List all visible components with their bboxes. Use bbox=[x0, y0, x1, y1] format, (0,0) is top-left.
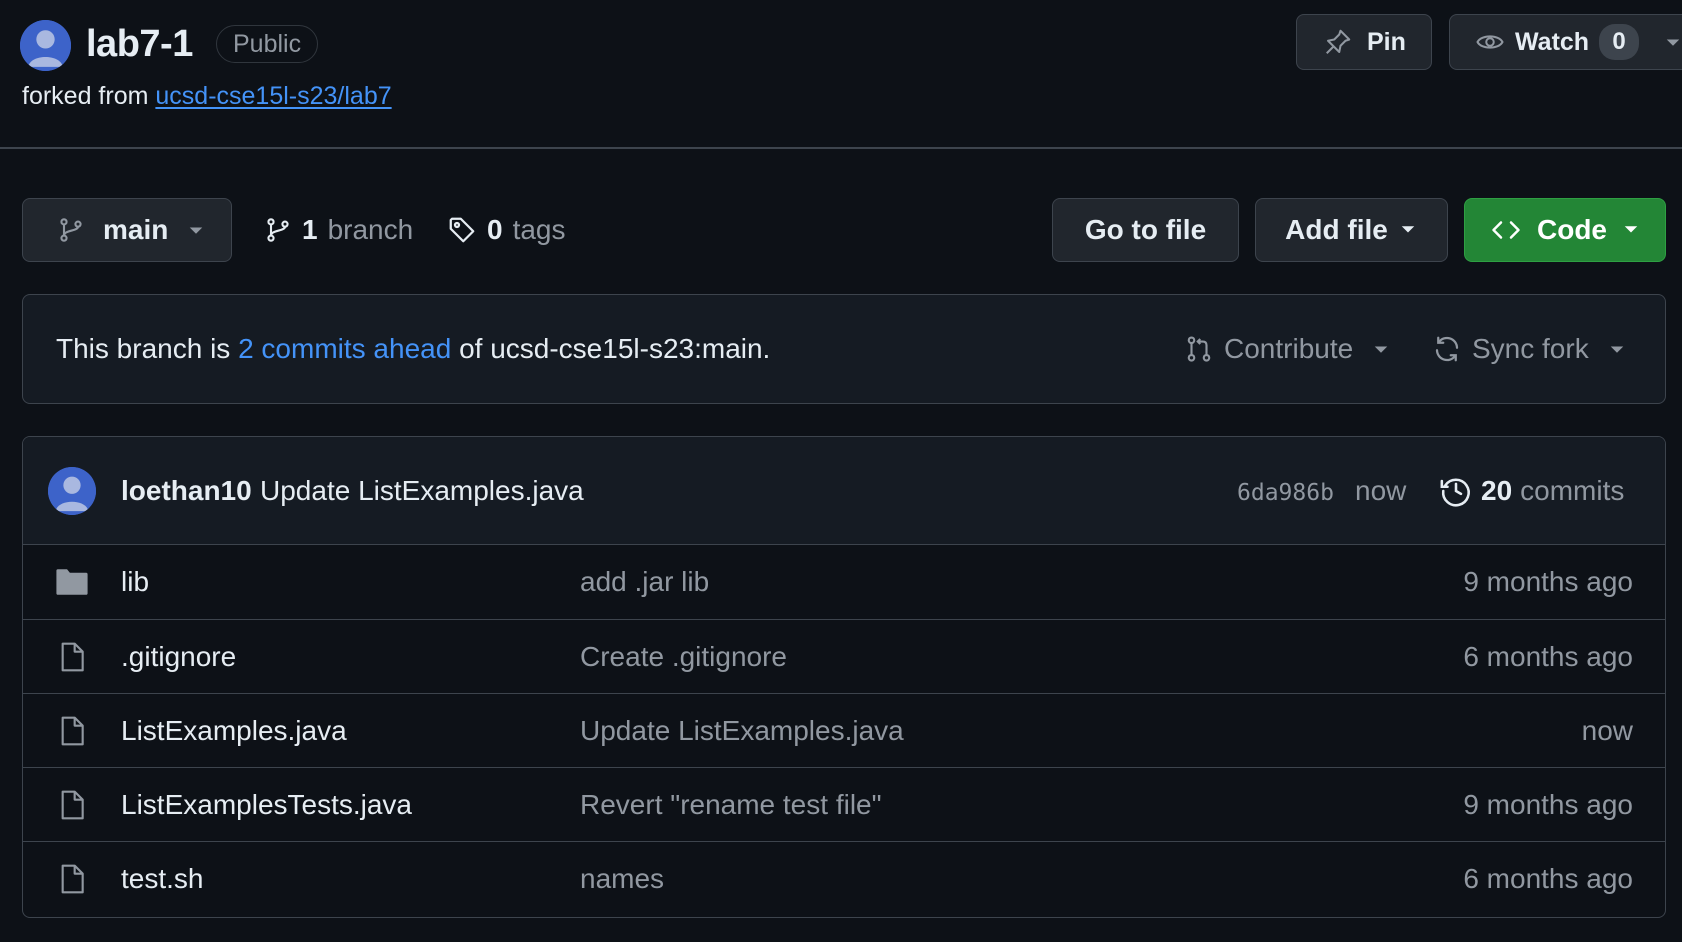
file-row[interactable]: ListExamples.java Update ListExamples.ja… bbox=[23, 693, 1665, 767]
commit-label: commits bbox=[1520, 475, 1625, 506]
file-icon bbox=[61, 716, 84, 746]
tag-label: tags bbox=[512, 214, 566, 245]
latest-commit-bar: loethan10 Update ListExamples.java 6da98… bbox=[23, 437, 1665, 545]
file-row[interactable]: ListExamplesTests.java Revert "rename te… bbox=[23, 767, 1665, 841]
pin-icon bbox=[1326, 29, 1351, 54]
commits-ahead-link[interactable]: 2 commits ahead bbox=[238, 333, 451, 364]
contribute-button[interactable]: Contribute bbox=[1184, 331, 1391, 367]
fork-status-text: This branch is 2 commits ahead of ucsd-c… bbox=[56, 331, 770, 367]
code-button[interactable]: Code bbox=[1464, 198, 1666, 262]
caret-down-icon bbox=[1374, 346, 1388, 353]
file-commit-message[interactable]: names bbox=[580, 861, 664, 897]
sync-fork-label: Sync fork bbox=[1472, 333, 1589, 364]
pull-request-icon bbox=[1187, 336, 1211, 362]
watch-count: 0 bbox=[1599, 24, 1640, 60]
tag-count: 0 bbox=[487, 214, 503, 245]
pin-button[interactable]: Pin bbox=[1296, 14, 1432, 70]
branch-count: 1 bbox=[302, 214, 318, 245]
file-name[interactable]: test.sh bbox=[121, 861, 203, 897]
watch-button[interactable]: Watch 0 bbox=[1449, 14, 1682, 70]
folder-icon bbox=[56, 569, 88, 595]
file-date: 6 months ago bbox=[1463, 863, 1633, 894]
add-file-label: Add file bbox=[1285, 214, 1388, 245]
sync-fork-button[interactable]: Sync fork bbox=[1432, 331, 1627, 367]
commit-author-avatar[interactable] bbox=[48, 467, 96, 515]
branches-link[interactable]: 1 branch bbox=[264, 198, 413, 262]
repo-name[interactable]: lab7-1 bbox=[86, 19, 193, 70]
commits-link[interactable]: 20 commits bbox=[1439, 473, 1624, 509]
file-commit-message[interactable]: Update ListExamples.java bbox=[580, 713, 904, 749]
file-icon bbox=[61, 642, 84, 672]
file-name[interactable]: ListExamplesTests.java bbox=[121, 787, 412, 823]
visibility-badge: Public bbox=[216, 25, 319, 63]
tags-link[interactable]: 0 tags bbox=[447, 198, 566, 262]
commit-author[interactable]: loethan10 bbox=[121, 473, 252, 509]
history-icon bbox=[1440, 478, 1470, 507]
fork-status-prefix: This branch is bbox=[56, 333, 231, 364]
sync-icon bbox=[1435, 336, 1459, 362]
file-table: loethan10 Update ListExamples.java 6da98… bbox=[22, 436, 1666, 918]
file-date: 6 months ago bbox=[1463, 641, 1633, 672]
git-branch-icon bbox=[267, 218, 289, 242]
file-commit-message[interactable]: Create .gitignore bbox=[580, 639, 787, 675]
contribute-label: Contribute bbox=[1224, 333, 1354, 364]
file-date: 9 months ago bbox=[1463, 789, 1633, 820]
tag-icon bbox=[449, 217, 475, 243]
eye-icon bbox=[1476, 35, 1504, 49]
file-name[interactable]: ListExamples.java bbox=[121, 713, 347, 749]
go-to-file-button[interactable]: Go to file bbox=[1052, 198, 1239, 262]
branch-name: main bbox=[103, 214, 169, 245]
watch-label: Watch bbox=[1515, 27, 1590, 56]
file-commit-message[interactable]: add .jar lib bbox=[580, 564, 709, 600]
code-label: Code bbox=[1537, 214, 1607, 245]
commit-count: 20 bbox=[1481, 475, 1513, 506]
file-date: now bbox=[1581, 715, 1633, 746]
caret-down-icon bbox=[1610, 346, 1623, 353]
file-icon bbox=[61, 790, 84, 820]
user-avatar-icon bbox=[20, 20, 71, 71]
caret-down-icon bbox=[190, 227, 203, 234]
git-branch-icon bbox=[60, 218, 82, 242]
owner-avatar[interactable] bbox=[20, 20, 71, 71]
file-date: 9 months ago bbox=[1463, 566, 1633, 597]
file-row[interactable]: lib add .jar lib 9 months ago bbox=[23, 545, 1665, 619]
fork-status-suffix: of ucsd-cse15l-s23:main. bbox=[459, 333, 771, 364]
commit-sha[interactable]: 6da986b bbox=[1237, 475, 1334, 511]
file-commit-message[interactable]: Revert "rename test file" bbox=[580, 787, 882, 823]
file-name[interactable]: lib bbox=[121, 564, 149, 600]
code-icon bbox=[1492, 221, 1520, 239]
forked-from-link[interactable]: ucsd-cse15l-s23/lab7 bbox=[155, 82, 391, 110]
file-name[interactable]: .gitignore bbox=[121, 639, 236, 675]
commit-time: now bbox=[1355, 475, 1407, 506]
forked-from-line: forked from ucsd-cse15l-s23/lab7 bbox=[22, 80, 392, 112]
branch-label: branch bbox=[327, 214, 414, 245]
pin-label: Pin bbox=[1367, 27, 1406, 56]
file-row[interactable]: test.sh names 6 months ago bbox=[23, 841, 1665, 915]
header-divider bbox=[0, 147, 1682, 149]
user-avatar-icon bbox=[48, 467, 96, 515]
forked-from-label: forked from bbox=[22, 82, 149, 110]
add-file-button[interactable]: Add file bbox=[1255, 198, 1448, 262]
caret-down-icon[interactable] bbox=[1663, 32, 1682, 52]
file-icon bbox=[61, 864, 84, 894]
commit-message[interactable]: Update ListExamples.java bbox=[260, 473, 584, 509]
file-row[interactable]: .gitignore Create .gitignore 6 months ag… bbox=[23, 619, 1665, 693]
caret-down-icon bbox=[1624, 226, 1638, 233]
caret-down-icon bbox=[1401, 226, 1415, 233]
branch-select[interactable]: main bbox=[22, 198, 232, 262]
